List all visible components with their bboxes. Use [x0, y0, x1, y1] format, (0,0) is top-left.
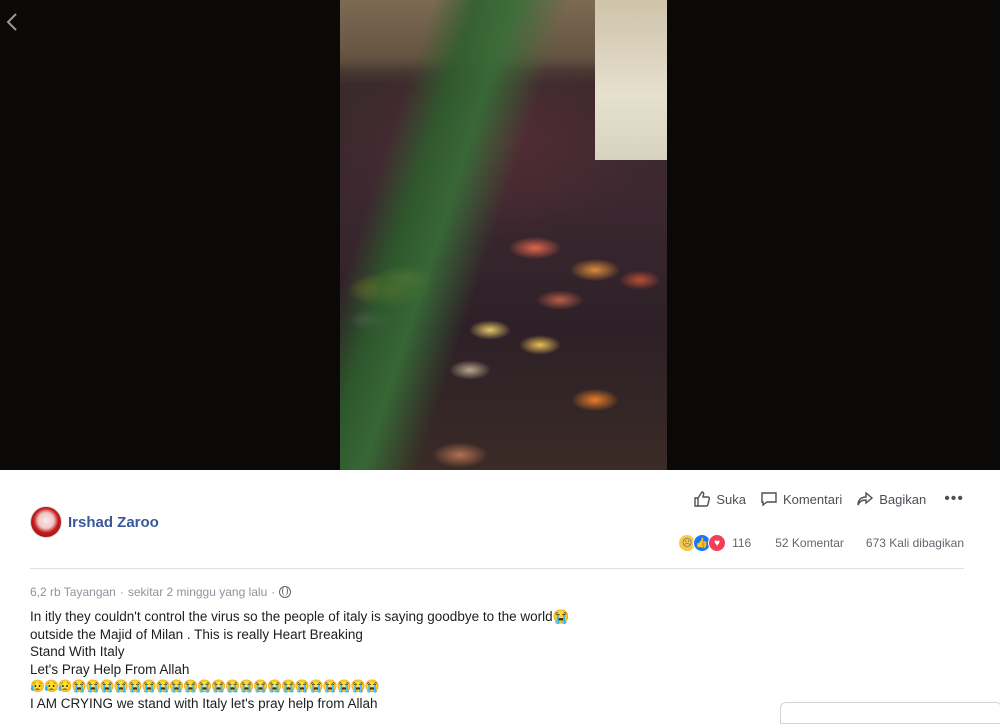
post-text: In itly they couldn't control the virus …: [30, 608, 670, 713]
view-count: 6,2 rb Tayangan: [30, 585, 116, 599]
post-actions: Suka Komentari Bagikan •••: [693, 490, 964, 508]
video-player[interactable]: [0, 0, 1000, 470]
post-card: Irshad Zaroo Suka Komentari Bagikan ••• …: [0, 470, 1000, 713]
video-frame: [340, 0, 667, 470]
back-button[interactable]: [4, 10, 22, 34]
like-label: Suka: [716, 491, 746, 507]
globe-icon: [279, 586, 292, 598]
post-author: Irshad Zaroo: [30, 506, 159, 538]
comment-button[interactable]: Komentari: [760, 490, 842, 508]
meta-separator: ·: [271, 585, 276, 599]
avatar[interactable]: [30, 506, 62, 538]
comment-icon: [761, 492, 777, 507]
post-text-line: Let's Pray Help From Allah: [30, 661, 190, 677]
post-time[interactable]: sekitar 2 minggu yang lalu: [128, 585, 267, 599]
reaction-count[interactable]: 116: [732, 536, 751, 550]
divider: [30, 568, 964, 569]
comment-label: Komentari: [782, 491, 843, 507]
meta-separator: ·: [119, 585, 124, 599]
post-text-line: outside the Majid of Milan . This is rea…: [30, 626, 363, 642]
like-button[interactable]: Suka: [693, 490, 746, 508]
chat-box-edge[interactable]: [780, 702, 1000, 724]
share-icon: [857, 491, 874, 506]
post-text-emoji-line: 😥😥😥😭😭😭😭😭😭😭😭😭😭😭😭😭😭😭😭😭😭😭😭😭😭: [30, 679, 380, 693]
more-options-button[interactable]: •••: [944, 490, 964, 508]
reactions-summary[interactable]: ☹ 👍 ♥: [678, 534, 727, 552]
shares-count[interactable]: 673 Kali dibagikan: [866, 536, 964, 550]
chevron-left-icon: [6, 13, 17, 31]
comments-count[interactable]: 52 Komentar: [775, 536, 844, 550]
post-text-line: In itly they couldn't control the virus …: [30, 609, 570, 624]
video-scene-wall: [595, 0, 667, 160]
author-name[interactable]: Irshad Zaroo: [68, 514, 159, 531]
post-meta: 6,2 rb Tayangan · sekitar 2 minggu yang …: [30, 585, 292, 599]
share-label: Bagikan: [879, 491, 927, 507]
post-text-line: Stand With Italy: [30, 644, 125, 659]
post-stats: ☹ 👍 ♥ 116 52 Komentar 673 Kali dibagikan: [678, 534, 964, 552]
thumbs-up-icon: [694, 491, 711, 507]
share-button[interactable]: Bagikan: [856, 490, 926, 508]
video-scene-flag: [340, 0, 577, 470]
love-reaction-icon: ♥: [708, 534, 727, 552]
